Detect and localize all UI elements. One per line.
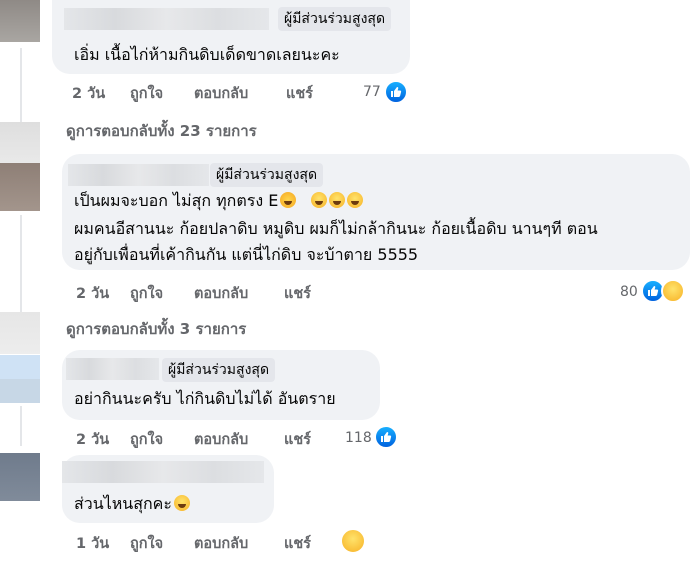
comment-text: อยู่กับเพื่อนที่เค้ากินกัน แต่นี่ไก่ดิบ … (74, 245, 419, 264)
sun-emoji-icon (280, 192, 297, 208)
commenter-name-blurred[interactable] (66, 358, 159, 380)
comment-text: อย่ากินนะครับ ไก่กินดิบไม่ได้ อันตราย (74, 389, 336, 408)
comment-age[interactable]: 2 วัน (76, 428, 109, 451)
haha-icon[interactable] (661, 279, 685, 303)
comment-text: ส่วนไหนสุกคะ (74, 491, 190, 517)
comment-text: เป็นผมจะบอก ไม่สุก ทุกตรง E (74, 188, 364, 214)
thread-line (20, 406, 22, 446)
thread-line (20, 215, 22, 315)
comment-bubble: ผู้มีส่วนร่วมสูงสุด อย่ากินนะครับ ไก่กิน… (62, 350, 380, 420)
commenter-name-blurred[interactable] (68, 164, 209, 186)
thread-line (20, 48, 22, 123)
avatar[interactable] (0, 0, 40, 42)
reaction-count[interactable]: 118 (345, 430, 372, 446)
commenter-name-blurred[interactable] (64, 8, 269, 30)
comment-text: ผมคนอีสานนะ ก้อยปลาดิบ หมูดิบ ผมก็ไม่กล้… (74, 219, 598, 238)
comment-age[interactable]: 2 วัน (72, 82, 105, 105)
rofl-emoji-icon (311, 192, 328, 208)
view-more-replies-link[interactable]: ดูการตอบกลับทั้ง 3 รายการ (66, 317, 246, 341)
comment-bubble: ผู้มีส่วนร่วมสูงสุด เป็นผมจะบอก ไม่สุก ท… (62, 154, 690, 270)
comment-text: เอิ่ม เนื้อไก่ห้ามกินดิบเด็ดขาดเลยนะคะ (74, 45, 340, 64)
comment-bubble: ส่วนไหนสุกคะ (62, 455, 274, 523)
avatar[interactable] (0, 453, 40, 501)
pleading-emoji-icon (173, 495, 190, 511)
reply-button[interactable]: ตอบกลับ (194, 532, 248, 555)
reply-button[interactable]: ตอบกลับ (194, 82, 248, 105)
like-icon[interactable] (384, 80, 408, 104)
like-button[interactable]: ถูกใจ (130, 428, 163, 451)
view-more-replies-link[interactable]: ดูการตอบกลับทั้ง 23 รายการ (66, 119, 257, 143)
comment-bubble: ผู้มีส่วนร่วมสูงสุด เอิ่ม เนื้อไก่ห้ามกิ… (52, 0, 410, 74)
top-contributor-badge: ผู้มีส่วนร่วมสูงสุด (162, 358, 276, 382)
avatar (0, 122, 40, 164)
like-button[interactable]: ถูกใจ (130, 82, 163, 105)
share-button[interactable]: แชร์ (286, 82, 313, 105)
share-button[interactable]: แชร์ (284, 532, 311, 555)
top-contributor-badge: ผู้มีส่วนร่วมสูงสุด (210, 163, 324, 187)
top-contributor-badge: ผู้มีส่วนร่วมสูงสุด (278, 7, 392, 31)
reply-button[interactable]: ตอบกลับ (194, 282, 248, 305)
commenter-name-blurred[interactable] (62, 461, 264, 483)
rofl-emoji-icon (329, 192, 346, 208)
rofl-emoji-icon (347, 192, 364, 208)
comment-age[interactable]: 2 วัน (76, 282, 109, 305)
avatar[interactable] (0, 355, 40, 403)
share-button[interactable]: แชร์ (284, 282, 311, 305)
like-icon[interactable] (374, 425, 398, 449)
avatar (0, 312, 40, 354)
avatar[interactable] (0, 163, 40, 211)
like-button[interactable]: ถูกใจ (130, 532, 163, 555)
comment-age[interactable]: 1 วัน (76, 532, 109, 555)
reaction-count[interactable]: 77 (363, 84, 381, 100)
reply-button[interactable]: ตอบกลับ (194, 428, 248, 451)
reaction-count[interactable]: 80 (620, 284, 638, 300)
share-button[interactable]: แชร์ (284, 428, 311, 451)
like-button[interactable]: ถูกใจ (130, 282, 163, 305)
haha-icon[interactable] (340, 528, 366, 554)
